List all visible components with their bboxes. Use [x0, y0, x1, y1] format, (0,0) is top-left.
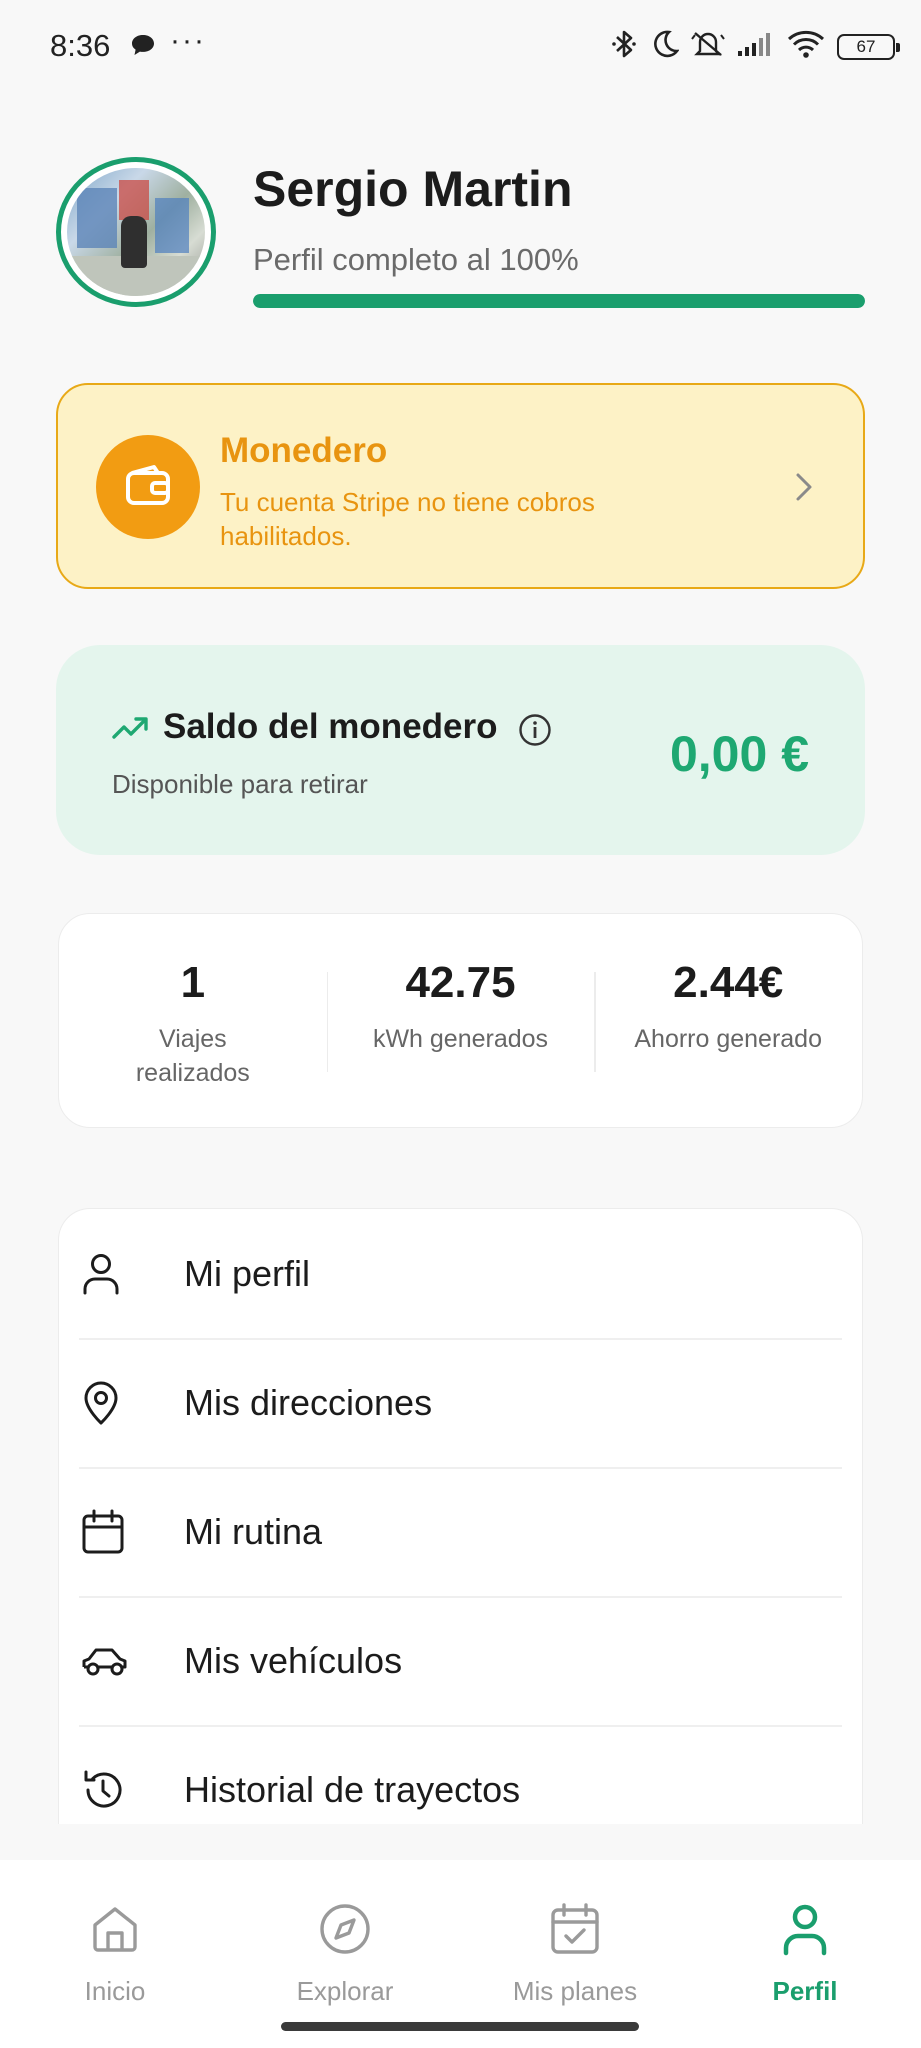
stat-energy: 42.75 kWh generados: [326, 914, 595, 1127]
status-bar: 8:36 ··· 67: [0, 0, 921, 92]
wallet-title: Monedero: [220, 431, 388, 470]
home-indicator[interactable]: [281, 2022, 639, 2031]
moon-icon: [649, 29, 680, 64]
avatar-photo: [67, 168, 205, 296]
profile-progress-fill: [253, 294, 865, 308]
muted-bell-icon: [691, 29, 725, 64]
stat-value: 42.75: [405, 958, 516, 1007]
chevron-right-icon: [793, 471, 815, 508]
user-name: Sergio Martin: [253, 161, 573, 217]
profile-completion-text: Perfil completo al 100%: [253, 242, 579, 277]
profile-progress-bar: [253, 294, 865, 308]
wallet-alert-card[interactable]: Monedero Tu cuenta Stripe no tiene cobro…: [56, 383, 865, 589]
battery-level: 67: [856, 36, 876, 56]
wallet-balance-card: Saldo del monedero Disponible para retir…: [56, 645, 865, 855]
info-icon[interactable]: [518, 713, 552, 752]
nav-inicio[interactable]: Inicio: [25, 1896, 205, 2007]
avatar[interactable]: [56, 157, 216, 307]
menu-item-mi-perfil[interactable]: Mi perfil: [59, 1209, 862, 1338]
stat-value: 2.44€: [673, 958, 784, 1007]
nav-explorar[interactable]: Explorar: [255, 1896, 435, 2007]
menu-item-historial-de-trayectos[interactable]: Historial de trayectos: [59, 1725, 862, 1824]
status-time: 8:36: [50, 28, 111, 63]
battery-icon: 67: [837, 33, 900, 60]
menu-item-mis-vehiculos[interactable]: Mis vehículos: [59, 1596, 862, 1725]
nav-mis-planes[interactable]: Mis planes: [485, 1896, 665, 2007]
menu-item-label: Mis direcciones: [184, 1381, 433, 1423]
balance-title: Saldo del monedero: [163, 707, 498, 746]
calendar-check-icon: [485, 1896, 665, 1962]
more-notifications-indicator: ···: [170, 24, 206, 57]
stat-label: Ahorro generado: [634, 1025, 822, 1053]
stat-label: Viajes realizados: [135, 1025, 250, 1087]
nav-label: Explorar: [296, 1976, 394, 2006]
stat-savings: 2.44€ Ahorro generado: [594, 914, 862, 1127]
stat-label: kWh generados: [372, 1025, 549, 1053]
signal-icon: [737, 31, 775, 62]
menu-item-label: Mis vehículos: [184, 1639, 403, 1681]
user-icon: [715, 1896, 895, 1962]
nav-label: Mis planes: [512, 1976, 638, 2006]
wifi-icon: [787, 29, 825, 64]
menu-item-label: Mi rutina: [184, 1510, 323, 1552]
history-icon: [81, 1768, 161, 1812]
wallet-description: Tu cuenta Stripe no tiene cobros habilit…: [220, 487, 595, 551]
chat-bubble-icon: [130, 33, 156, 62]
trending-up-icon: [112, 715, 148, 746]
menu-item-label: Mi perfil: [184, 1252, 311, 1294]
car-icon: [81, 1643, 161, 1679]
stats-card: 1 Viajes realizados 42.75 kWh generados …: [58, 913, 863, 1128]
balance-amount: 0,00 €: [669, 726, 809, 782]
compass-icon: [255, 1896, 435, 1962]
wallet-icon: [96, 435, 200, 539]
bluetooth-icon: [611, 28, 637, 65]
stat-trips: 1 Viajes realizados: [59, 914, 327, 1127]
balance-subtitle: Disponible para retirar: [112, 769, 368, 799]
nav-perfil[interactable]: Perfil: [715, 1896, 895, 2007]
menu-item-mis-direcciones[interactable]: Mis direcciones: [59, 1338, 862, 1467]
user-icon: [81, 1252, 161, 1296]
bottom-navigation: Inicio Explorar Mis planes Perfil: [0, 1860, 921, 2048]
menu-item-label: Historial de trayectos: [184, 1768, 521, 1810]
home-icon: [25, 1896, 205, 1962]
menu-item-mi-rutina[interactable]: Mi rutina: [59, 1467, 862, 1596]
stat-value: 1: [180, 958, 206, 1007]
nav-label: Perfil: [772, 1976, 838, 2006]
nav-label: Inicio: [84, 1976, 146, 2006]
location-pin-icon: [81, 1380, 161, 1426]
profile-menu: Mi perfil Mis direcciones Mi rutina Mis …: [58, 1208, 863, 1824]
calendar-icon: [81, 1509, 161, 1555]
